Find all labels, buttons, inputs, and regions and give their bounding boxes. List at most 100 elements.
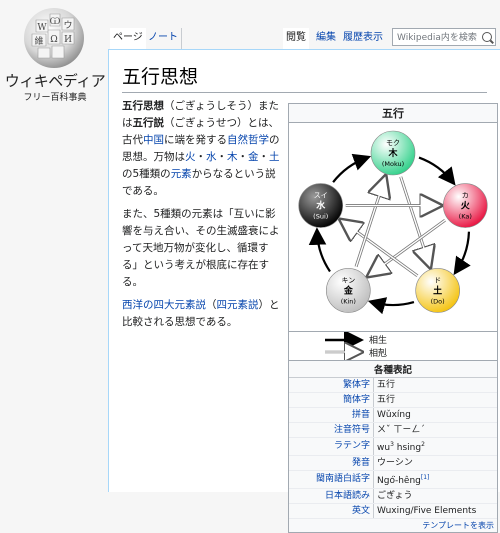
text: ・	[216, 151, 228, 163]
legend-overcome-label: 相剋	[369, 349, 388, 359]
notation-row: ラテン字 wu3 hsing2	[289, 437, 497, 456]
generate-arrow	[332, 153, 372, 183]
wordmark: ウィキペディア	[4, 72, 106, 90]
tab-talk[interactable]: ノート	[145, 28, 182, 49]
notation-label-link[interactable]: 簡体字	[343, 395, 370, 405]
link-four-elements[interactable]: 西洋の四大元素説	[122, 299, 206, 311]
notation-header: 各種表記	[289, 361, 497, 378]
link-fire[interactable]: 火	[185, 151, 196, 163]
generate-arrow	[453, 231, 471, 276]
notation-table: 繁体字 五行 簡体字 五行 拼音 Wǔxíng 注音符号 ㄨˇ ㄒㄧㄥˊ ラテン字 wu3 hsi…	[289, 378, 497, 519]
element-kana: スイ	[314, 192, 328, 200]
element-kanji: 木	[387, 147, 398, 159]
notation-value: 五行	[373, 378, 497, 393]
wuxing-svg: モク木(Moku) カ火(Ka) ド土(Do) キン金(Kin) スイ水(Sui)	[298, 130, 488, 315]
svg-text:И: И	[64, 35, 72, 45]
element-romaji: (Do)	[431, 297, 445, 305]
notation-label-link[interactable]: 閩南語白話字	[316, 474, 370, 484]
legend-svg	[325, 330, 364, 360]
svg-text:維: 維	[34, 35, 43, 47]
notation-label: 繁体字	[289, 378, 374, 393]
link-china[interactable]: 中国	[143, 134, 164, 146]
element-kana: ド	[434, 276, 441, 284]
generate-arrow	[308, 227, 331, 273]
notation-label: ラテン字	[289, 437, 374, 456]
wikipedia-logo[interactable]: W Ѡ ウ 維 Ω И ウィキペディア フリー百科事典	[0, 0, 110, 120]
tab-page[interactable]: ページ	[110, 28, 146, 49]
overcoming-star-arrows	[343, 177, 446, 276]
infobox-title: 五行	[382, 107, 404, 120]
svg-text:ウ: ウ	[63, 20, 72, 31]
notation-label: 発音	[289, 455, 374, 471]
link-element[interactable]: 元素	[171, 168, 192, 180]
element-romaji: (Kin)	[341, 297, 356, 305]
overcome-arrow-fill	[355, 181, 385, 267]
tab-history[interactable]: 履歴表示	[340, 28, 386, 49]
notation-label-link[interactable]: 繁体字	[343, 380, 370, 390]
search-placeholder: Wikipedia内を検索	[397, 33, 477, 43]
paragraph-2: また、5種類の元素は「互いに影響を与え合い、その生滅盛衰によって天地万物が変化し…	[122, 208, 280, 288]
overcome-arrow-fill	[372, 219, 446, 274]
element-kanji: 土	[433, 284, 442, 296]
element-kanji: 火	[461, 201, 471, 212]
notation-row: 閩南語白話字 Ngó͘-hêng[1]	[289, 470, 497, 489]
notation-value: ㄨˇ ㄒㄧㄥˊ	[373, 422, 497, 438]
notation-label-link[interactable]: 英文	[352, 506, 370, 516]
notation-value: ごぎょう	[373, 488, 497, 504]
text: ・	[258, 151, 270, 163]
paragraph-3: 西洋の四大元素説（四元素説）と比較される思想である。	[122, 297, 282, 331]
notation-label: 日本語読み	[289, 488, 374, 504]
notation-label: 簡体字	[289, 392, 374, 408]
search-input[interactable]: Wikipedia内を検索	[392, 28, 496, 46]
show-template-link[interactable]: テンプレートを表示	[422, 521, 494, 530]
element-kana: カ	[462, 192, 469, 200]
link-water[interactable]: 水	[206, 151, 217, 163]
link-wood[interactable]: 木	[227, 151, 238, 163]
element-kanji: 金	[343, 284, 354, 296]
title-divider	[122, 92, 487, 93]
text: ・	[237, 151, 249, 163]
bold-term: 五行思想	[122, 100, 164, 112]
notation-label-link[interactable]: ラテン字	[334, 441, 370, 451]
notation-value: Ngó͘-hêng[1]	[373, 470, 497, 489]
search-icon[interactable]	[482, 32, 492, 42]
text: に端を発する	[164, 134, 227, 146]
notation-row: 拼音 Wǔxíng	[289, 407, 497, 423]
notation-label: 閩南語白話字	[289, 470, 374, 489]
notation-row: 発音 ウーシン	[289, 455, 497, 471]
link-earth[interactable]: 土	[269, 151, 280, 163]
notation-label: 注音符号	[289, 422, 374, 438]
wuxing-diagram: モク木 (Moku) カ火 (Ka) ド土 (Do) キン金 (Kin) スイ水 (Sui)	[289, 122, 497, 332]
notation-label-link[interactable]: 注音符号	[334, 425, 370, 435]
notation-value: ウーシン	[373, 455, 497, 471]
tagline: フリー百科事典	[23, 93, 87, 103]
notation-label-link[interactable]: 拼音	[352, 410, 370, 420]
legend-generate-label: 相生	[369, 336, 388, 346]
tab-read[interactable]: 閲覧	[283, 28, 309, 49]
link-natural-philosophy[interactable]: 自然哲学	[227, 134, 269, 146]
notation-label: 拼音	[289, 407, 374, 423]
content-area: 五行思想 五行思想（ごぎょうしそう）または五行説（ごぎょうせつ）とは、古代中国に…	[108, 49, 500, 533]
link-classical-elements[interactable]: 四元素説	[217, 299, 259, 311]
element-romaji: (Moku)	[382, 160, 404, 168]
element-kana: キン	[341, 276, 355, 284]
tab-edit[interactable]: 編集	[313, 28, 339, 49]
svg-text:W: W	[37, 23, 47, 33]
generate-arrow	[367, 297, 415, 315]
notation-label-link[interactable]: 発音	[352, 458, 370, 468]
text: の5種類の	[122, 168, 171, 180]
notation-row: 簡体字 五行	[289, 392, 497, 408]
notation-row: 日本語読み ごぎょう	[289, 488, 497, 504]
page-title: 五行思想	[122, 66, 199, 88]
link-metal[interactable]: 金	[248, 151, 259, 163]
notation-row: 英文 Wuxing/Five Elements	[289, 503, 497, 519]
svg-text:Ѡ: Ѡ	[50, 17, 61, 27]
notation-label: 英文	[289, 503, 374, 519]
generate-arrow	[418, 156, 456, 186]
element-nodes: モク木(Moku) カ火(Ka) ド土(Do) キン金(Kin) スイ水(Sui)	[298, 130, 488, 313]
element-kana: モク	[386, 139, 400, 147]
text: ・	[195, 151, 207, 163]
reference-link[interactable]: [1]	[421, 474, 430, 481]
element-kanji: 水	[316, 200, 326, 212]
notation-label-link[interactable]: 日本語読み	[325, 491, 370, 501]
